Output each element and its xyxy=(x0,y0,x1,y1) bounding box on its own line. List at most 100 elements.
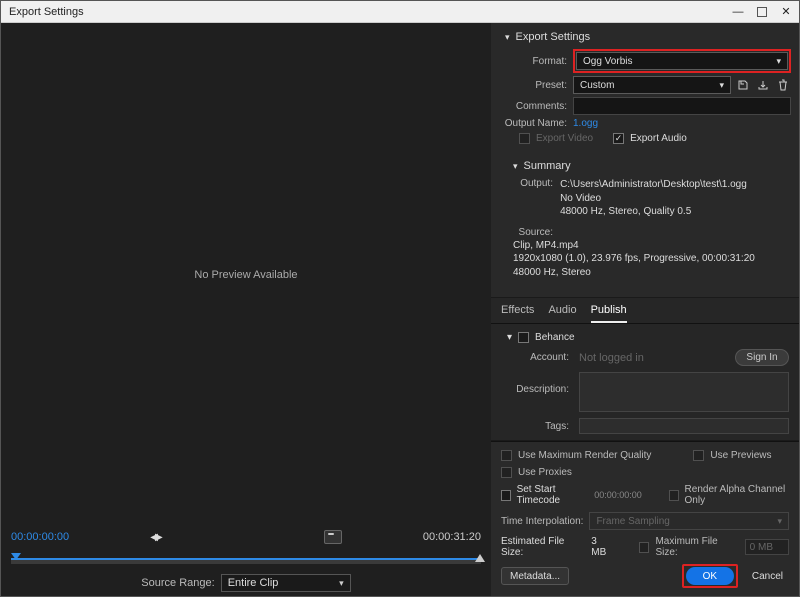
tags-input[interactable] xyxy=(579,418,789,434)
save-preset-icon[interactable] xyxy=(735,77,751,93)
row-time-interp: Time Interpolation: Frame Sampling ▾ xyxy=(501,512,789,530)
publish-tags-row: Tags: xyxy=(507,418,789,434)
source-range-select[interactable]: Entire Clip ▾ xyxy=(221,574,351,592)
import-preset-icon[interactable] xyxy=(755,77,771,93)
max-render-checkbox xyxy=(501,450,512,461)
output-name-row: Output Name: 1.ogg xyxy=(499,118,791,129)
source-values: Clip, MP4.mp4 1920x1080 (1.0), 23.976 fp… xyxy=(513,239,755,280)
publish-service-checkbox[interactable] xyxy=(518,332,529,343)
window-controls: — ✕ xyxy=(731,5,793,19)
signin-label: Sign In xyxy=(746,352,777,363)
ok-label: OK xyxy=(703,571,717,582)
preset-select[interactable]: Custom ▾ xyxy=(573,76,731,94)
close-icon[interactable]: ✕ xyxy=(779,5,793,19)
tab-publish[interactable]: Publish xyxy=(591,304,627,323)
use-proxies-checkbox xyxy=(501,467,512,478)
publish-service-header[interactable]: ▾ Behance xyxy=(507,332,789,343)
row-max-render: Use Maximum Render Quality Use Previews xyxy=(501,450,789,461)
tab-audio[interactable]: Audio xyxy=(548,304,576,323)
source-audio: 48000 Hz, Stereo xyxy=(513,267,591,278)
no-preview-label: No Preview Available xyxy=(194,269,297,281)
start-tc-checkbox[interactable] xyxy=(501,490,511,501)
export-toggles: Export Video Export Audio xyxy=(519,133,791,144)
chevron-down-icon: ▾ xyxy=(719,80,724,91)
minimize-icon[interactable]: — xyxy=(731,5,745,19)
settings-tabs: Effects Audio Publish xyxy=(491,298,799,324)
export-video-checkbox xyxy=(519,133,530,144)
start-tc-value[interactable]: 00:00:00:00 xyxy=(594,490,642,500)
publish-account-row: Account: Not logged in Sign In xyxy=(507,349,789,366)
window-title: Export Settings xyxy=(7,6,84,18)
preview-area: No Preview Available xyxy=(1,23,491,526)
comments-input[interactable] xyxy=(573,97,791,115)
output-video: No Video xyxy=(560,193,601,204)
output-values: C:\Users\Administrator\Desktop\test\1.og… xyxy=(560,178,747,219)
export-settings-title: Export Settings xyxy=(516,31,591,43)
ok-button[interactable]: OK xyxy=(686,567,734,585)
cancel-label: Cancel xyxy=(752,571,783,582)
account-value: Not logged in xyxy=(579,352,644,364)
delete-preset-icon[interactable] xyxy=(775,77,791,93)
render-alpha-label: Render Alpha Channel Only xyxy=(685,484,789,506)
format-row: Format: Ogg Vorbis ▾ xyxy=(499,49,791,73)
start-tc-label: Set Start Timecode xyxy=(517,484,589,506)
signin-button[interactable]: Sign In xyxy=(735,349,789,366)
chevron-down-icon: ▾ xyxy=(339,578,344,589)
comments-row: Comments: xyxy=(499,97,791,115)
summary-output: Output: C:\Users\Administrator\Desktop\t… xyxy=(513,178,785,219)
preset-label: Preset: xyxy=(499,80,573,91)
output-audio: 48000 Hz, Stereo, Quality 0.5 xyxy=(560,206,691,217)
row-proxies: Use Proxies xyxy=(501,467,789,478)
export-audio-checkbox[interactable] xyxy=(613,133,624,144)
titlebar: Export Settings — ✕ xyxy=(1,1,799,23)
output-name-link[interactable]: 1.ogg xyxy=(573,118,598,129)
use-previews-checkbox xyxy=(693,450,704,461)
summary-source: Source: Clip, MP4.mp4 1920x1080 (1.0), 2… xyxy=(513,227,785,280)
preset-row: Preset: Custom ▾ xyxy=(499,76,791,94)
tab-effects[interactable]: Effects xyxy=(501,304,534,323)
format-select[interactable]: Ogg Vorbis ▾ xyxy=(576,52,788,70)
ok-highlight: OK xyxy=(682,564,738,588)
maximize-icon[interactable] xyxy=(757,7,767,17)
metadata-label: Metadata... xyxy=(510,571,560,582)
out-timecode[interactable]: 00:00:31:20 xyxy=(423,531,481,543)
export-audio-label: Export Audio xyxy=(630,133,687,144)
format-highlight: Ogg Vorbis ▾ xyxy=(573,49,791,73)
timeline-outpoint-icon[interactable] xyxy=(475,554,485,562)
preview-pane: No Preview Available 00:00:00:00 ◀▶ 00:0… xyxy=(1,23,491,596)
max-size-checkbox xyxy=(639,542,650,553)
source-video: 1920x1080 (1.0), 23.976 fps, Progressive… xyxy=(513,253,755,264)
timeline-playhead-icon[interactable] xyxy=(11,553,21,560)
export-settings-header[interactable]: ▾ Export Settings xyxy=(505,31,791,43)
chevron-down-icon: ▾ xyxy=(513,161,518,172)
timeline-slider[interactable] xyxy=(11,554,481,564)
max-size-value: 0 MB xyxy=(745,539,789,555)
source-range-label: Source Range: xyxy=(141,577,214,589)
source-range-value: Entire Clip xyxy=(228,577,279,589)
bottom-options: Use Maximum Render Quality Use Previews … xyxy=(491,441,799,596)
body: No Preview Available 00:00:00:00 ◀▶ 00:0… xyxy=(1,23,799,596)
tags-label: Tags: xyxy=(507,421,573,432)
chevron-down-icon: ▾ xyxy=(777,516,782,527)
metadata-button[interactable]: Metadata... xyxy=(501,567,569,585)
publish-description-row: Description: xyxy=(507,372,789,412)
summary-title: Summary xyxy=(524,160,571,172)
chevron-down-icon: ▾ xyxy=(507,332,512,343)
step-back-icon[interactable]: ◀▶ xyxy=(150,532,159,543)
output-name-label: Output Name: xyxy=(499,118,573,129)
chevron-down-icon: ▾ xyxy=(505,32,510,43)
cancel-button[interactable]: Cancel xyxy=(746,571,789,582)
comments-label: Comments: xyxy=(499,101,573,112)
footer-row: Metadata... OK Cancel xyxy=(501,564,789,588)
source-range-row: Source Range: Entire Clip ▾ xyxy=(1,570,491,596)
render-alpha-checkbox xyxy=(669,490,679,501)
fit-icon[interactable] xyxy=(324,530,342,544)
description-input[interactable] xyxy=(579,372,789,412)
export-settings-window: Export Settings — ✕ No Preview Available… xyxy=(0,0,800,597)
summary-header[interactable]: ▾ Summary xyxy=(513,160,785,172)
preset-value: Custom xyxy=(580,80,614,91)
timeline-slider-row xyxy=(1,548,491,570)
export-video-label: Export Video xyxy=(536,133,593,144)
playback-controls: ◀▶ xyxy=(150,530,341,544)
in-timecode[interactable]: 00:00:00:00 xyxy=(11,531,69,543)
